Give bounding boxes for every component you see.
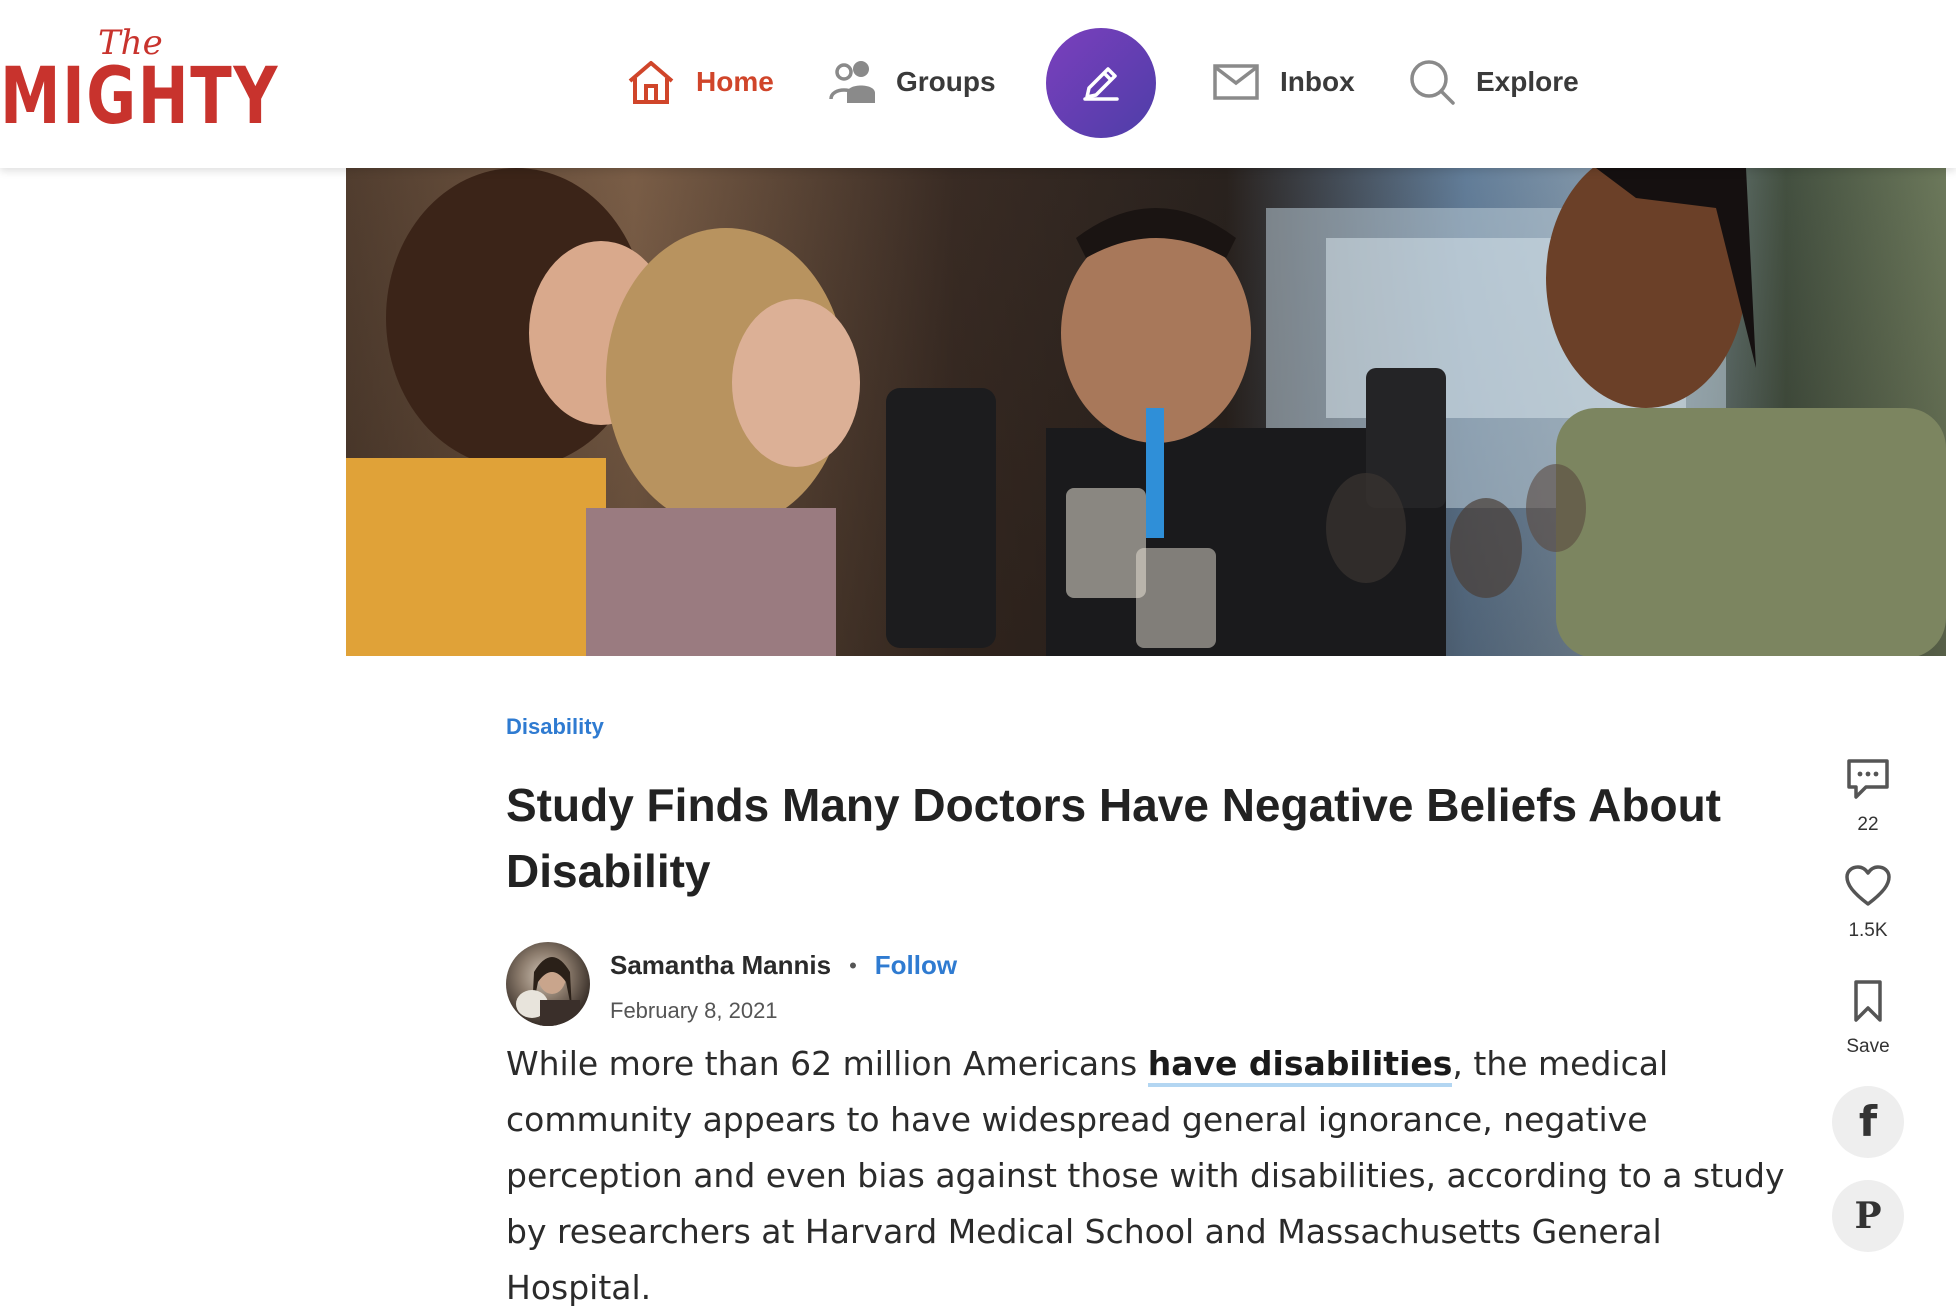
separator-dot: • [849,952,857,978]
nav-explore-label: Explore [1476,66,1579,97]
home-icon [628,61,674,104]
site-header: The MIGHTY Home Groups Inbox Explore [0,0,1956,168]
envelope-icon [1213,64,1259,100]
pencil-icon [1083,67,1119,101]
publish-date: February 8, 2021 [610,998,778,1023]
hero-photo-illustration [346,168,1946,656]
comment-count: 22 [1857,814,1879,835]
like-count: 1.5K [1848,920,1888,941]
heart-icon [1845,865,1891,906]
save-label: Save [1846,1036,1890,1057]
the-mighty-logo[interactable]: The MIGHTY [0,22,277,152]
author-line: Samantha Mannis • Follow [610,950,957,981]
comments-button[interactable]: 22 [1820,756,1916,836]
hero-image [346,168,1946,656]
nav-groups[interactable]: Groups [828,52,996,112]
facebook-icon: f [1858,1097,1878,1146]
nav-inbox[interactable]: Inbox [1212,52,1355,112]
save-button[interactable]: Save [1820,978,1916,1058]
facebook-share-button[interactable]: f [1832,1086,1904,1158]
body-text-after: , the medical community appears to have … [506,1044,1785,1307]
follow-button[interactable]: Follow [875,950,957,981]
pinterest-icon: P [1854,1195,1882,1237]
avatar-photo [516,957,580,1026]
logo-mighty-text: MIGHTY [0,52,279,142]
compose-button[interactable] [1046,28,1156,138]
category-link[interactable]: Disability [506,714,604,740]
body-text-before: While more than 62 million Americans [506,1044,1148,1083]
article-title: Study Finds Many Doctors Have Negative B… [506,779,1721,897]
author-avatar[interactable] [506,942,590,1026]
nav-groups-label: Groups [896,66,996,97]
nav-home-label: Home [696,66,774,97]
nav-inbox-label: Inbox [1280,66,1355,97]
bookmark-icon [1854,980,1882,1022]
like-button[interactable]: 1.5K [1820,864,1916,942]
people-icon [829,61,875,103]
have-disabilities-link[interactable]: have disabilities [1147,1044,1453,1087]
pinterest-share-button[interactable]: P [1832,1180,1904,1252]
search-icon [1410,60,1455,105]
article-body-paragraph: While more than 62 million Americans hav… [506,1036,1796,1316]
nav-explore[interactable]: Explore [1408,52,1579,112]
comment-icon [1847,759,1889,799]
nav-home[interactable]: Home [626,52,774,112]
author-name[interactable]: Samantha Mannis [610,950,831,981]
